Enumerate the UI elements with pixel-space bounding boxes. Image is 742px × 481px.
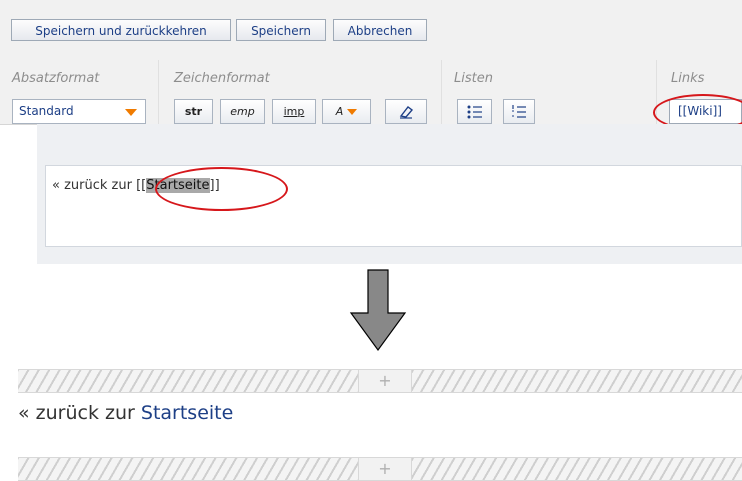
chevron-down-icon: [125, 109, 137, 116]
result-prefix: « zurück zur: [18, 402, 141, 424]
editor-textarea[interactable]: « zurück zur [[Startseite]]: [45, 165, 742, 247]
startseite-link[interactable]: Startseite: [141, 402, 233, 424]
divider: [441, 60, 442, 124]
editor-text-prefix: « zurück zur: [52, 178, 137, 193]
bullet-list-button[interactable]: [457, 99, 492, 124]
clear-format-button[interactable]: [385, 99, 427, 124]
paragraph-format-value: Standard: [19, 104, 74, 118]
text-color-button[interactable]: A: [322, 99, 371, 124]
lists-label: Listen: [454, 71, 493, 86]
cancel-button[interactable]: Abbrechen: [333, 19, 427, 41]
paragraph-format-select[interactable]: Standard: [12, 99, 146, 124]
selection-highlight-circle: [155, 167, 288, 211]
paragraph-format-label: Absatzformat: [12, 71, 100, 86]
character-format-label: Zeichenformat: [174, 71, 270, 86]
text-color-label: A: [335, 105, 344, 118]
numbered-list-icon: [512, 105, 526, 118]
important-button[interactable]: imp: [272, 99, 316, 124]
add-block-button[interactable]: +: [358, 370, 412, 392]
links-label: Links: [671, 71, 705, 86]
numbered-list-button[interactable]: [503, 99, 535, 124]
save-button[interactable]: Speichern: [236, 19, 326, 41]
eraser-icon: [399, 106, 414, 119]
chevron-down-icon: [347, 109, 358, 115]
divider: [158, 60, 159, 124]
save-and-return-button[interactable]: Speichern und zurückkehren: [11, 19, 231, 41]
emphasis-button[interactable]: emp: [220, 99, 265, 124]
editor-bracket-open: [[: [136, 178, 147, 193]
bullet-list-icon: [467, 105, 482, 119]
content-separator-bottom: +: [18, 457, 742, 481]
strong-button[interactable]: str: [174, 99, 213, 124]
down-arrow-icon: [349, 269, 407, 352]
add-block-button[interactable]: +: [358, 458, 412, 480]
content-separator-top: +: [18, 369, 742, 393]
rendered-result: « zurück zur Startseite: [18, 402, 233, 424]
